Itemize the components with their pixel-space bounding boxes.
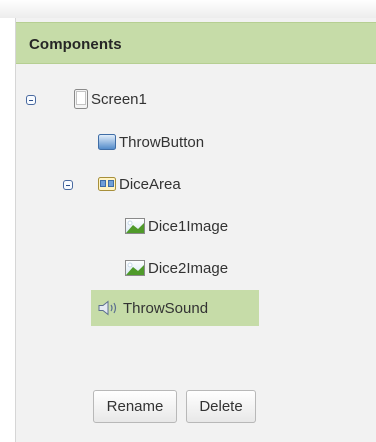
- tree-node-throwbutton[interactable]: ThrowButton: [98, 127, 210, 157]
- collapse-dicearea-toggle[interactable]: [63, 180, 73, 190]
- tree-node-dice1image[interactable]: Dice1Image: [125, 211, 234, 241]
- rename-button[interactable]: Rename: [93, 390, 177, 423]
- screen-icon: [74, 89, 88, 109]
- tree-node-label: DiceArea: [119, 175, 181, 193]
- tree-node-label: Dice1Image: [148, 217, 229, 235]
- component-tree: Screen1 ThrowButton DiceArea Dice1Image …: [16, 18, 376, 442]
- tree-node-label: Screen1: [91, 90, 147, 108]
- button-icon: [98, 134, 116, 150]
- image-icon: [125, 218, 145, 234]
- tree-node-dicearea[interactable]: DiceArea: [98, 169, 187, 199]
- image-icon: [125, 260, 145, 276]
- collapse-screen1-toggle[interactable]: [26, 95, 36, 105]
- tree-node-screen1[interactable]: Screen1: [74, 84, 153, 114]
- tree-node-label: ThrowButton: [119, 133, 205, 151]
- sound-icon: [98, 300, 120, 316]
- top-strip: [0, 0, 376, 18]
- tree-node-label: Dice2Image: [148, 259, 229, 277]
- delete-button[interactable]: Delete: [186, 390, 256, 423]
- tree-node-dice2image[interactable]: Dice2Image: [125, 253, 234, 283]
- tree-node-throwsound[interactable]: ThrowSound: [91, 290, 259, 326]
- components-panel: Components Screen1 ThrowButton DiceArea …: [15, 18, 376, 442]
- tree-node-label: ThrowSound: [123, 299, 209, 317]
- arrangement-icon: [98, 177, 116, 191]
